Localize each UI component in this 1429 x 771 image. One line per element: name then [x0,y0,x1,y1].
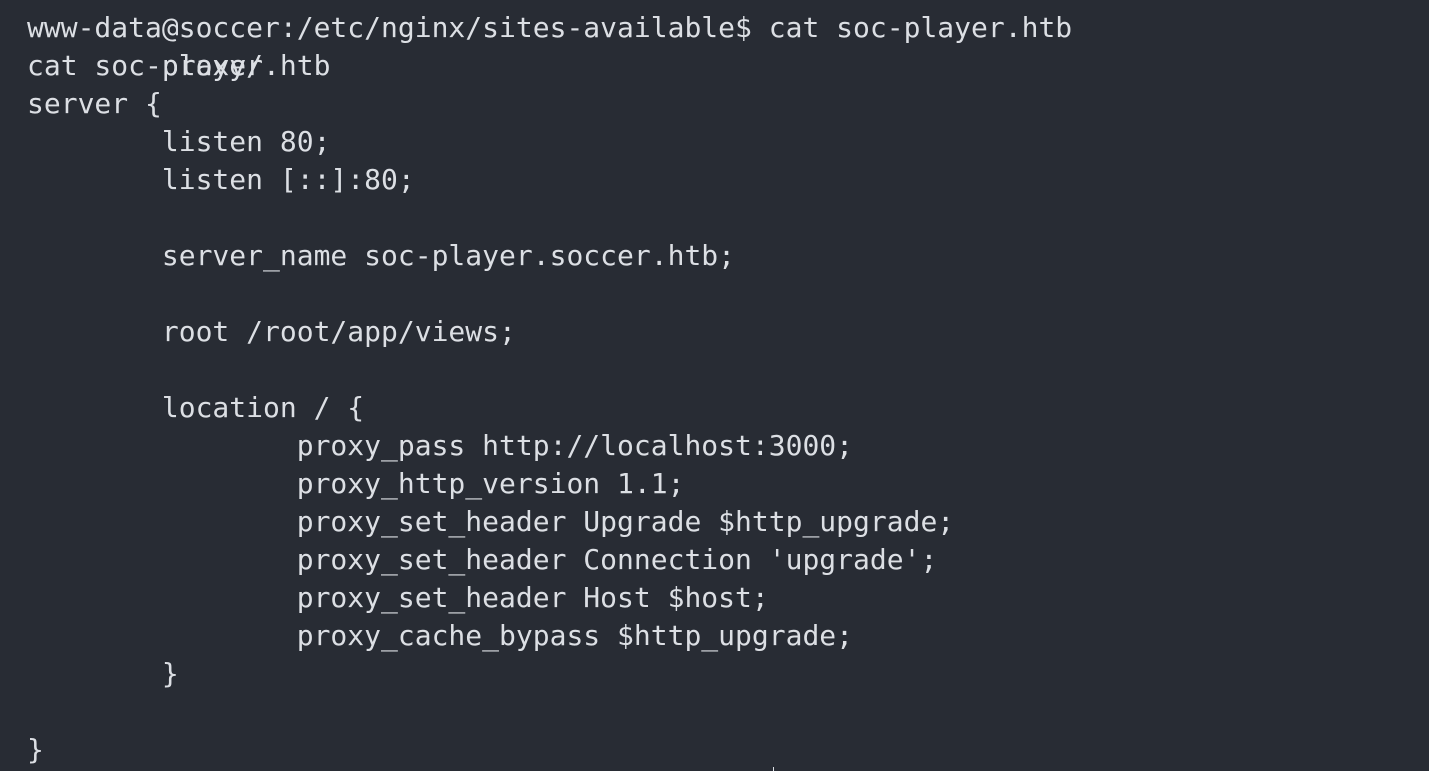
text-cursor [773,767,774,771]
prompt-line: www-data@soccer:/etc/nginx/sites-availab… [27,11,1073,44]
terminal-line: } [27,657,179,690]
terminal-line: proxy_http_version 1.1; [27,467,685,500]
terminal-line: proxy_cache_bypass $http_upgrade; [27,619,854,652]
terminal-line: proxy_set_header Host $host; [27,581,769,614]
terminal-line: proxy_set_header Upgrade $http_upgrade; [27,505,955,538]
terminal-line: server { [27,87,162,120]
terminal-line: location / { [27,391,365,424]
terminal-line: listen [::]:80; [27,163,415,196]
terminal-line: proxy_pass http://localhost:3000; [27,429,854,462]
terminal-line: proxy_set_header Connection 'upgrade'; [27,543,938,576]
terminal-line: cat soc-player.htb [27,49,331,82]
terminal-line: server_name soc-player.soccer.htb; [27,239,736,272]
terminal-line: } [27,733,44,766]
terminal-line: root /root/app/views; [27,315,516,348]
terminal-line: listen 80; [27,125,331,158]
terminal-window[interactable]: proxy/ www-data@soccer:/etc/nginx/sites-… [0,0,1429,771]
terminal-output: www-data@soccer:/etc/nginx/sites-availab… [27,9,1072,769]
